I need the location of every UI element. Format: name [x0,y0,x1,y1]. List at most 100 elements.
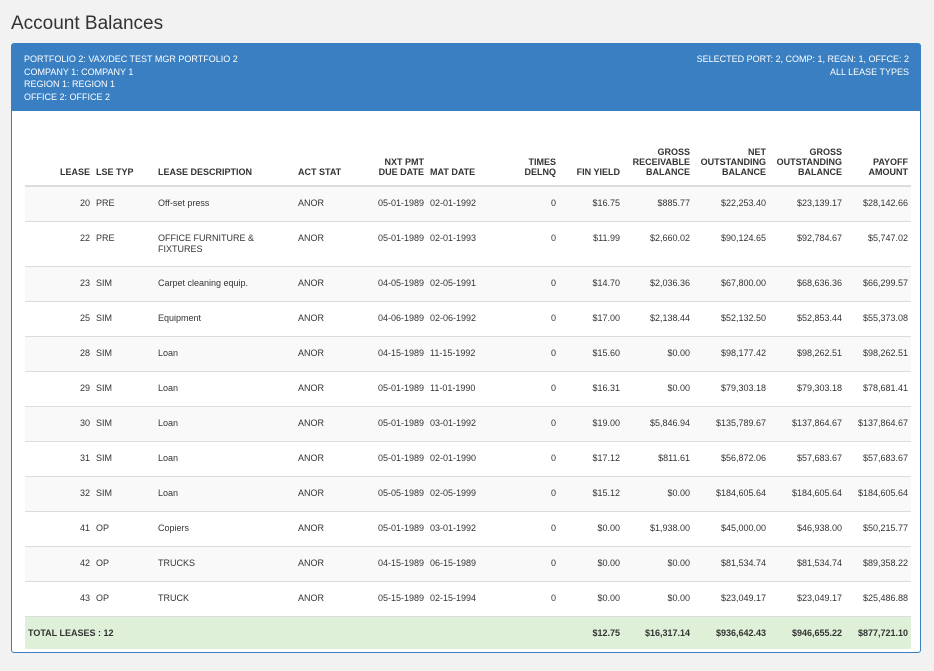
col-header-fin-yield[interactable]: FIN YIELD [559,134,623,187]
gross-outstanding-balance-cell: $23,049.17 [769,581,845,617]
act-stat-cell: ANOR [295,476,357,512]
company-line: COMPANY 1: COMPANY 1 [24,66,134,77]
net-outstanding-balance-cell: $79,303.18 [693,371,769,407]
lse-typ-cell: SIM [93,441,155,477]
times-delnq-cell: 0 [497,476,559,512]
total-gross-receivable-balance: $16,317.14 [623,616,693,649]
lease-cell: 30 [25,406,93,442]
mat-date-cell: 02-01-1990 [427,441,497,477]
table-row[interactable]: 25 SIM Equipment ANOR 04-06-1989 02-06-1992 0 $… [25,301,911,337]
act-stat-cell: ANOR [295,581,357,617]
nxt-pmt-due-date-cell: 05-01-1989 [357,511,427,547]
table-row[interactable]: 31 SIM Loan ANOR 05-01-1989 02-01-1990 0 $17.12… [25,441,911,477]
act-stat-cell: ANOR [295,301,357,337]
gross-receivable-balance-cell: $811.61 [623,441,693,477]
fin-yield-cell: $0.00 [559,511,623,547]
nxt-pmt-due-date-cell: 05-01-1989 [357,371,427,407]
region-line: REGION 1: REGION 1 [24,79,116,89]
times-delnq-cell: 0 [497,546,559,582]
payoff-amount-cell: $137,864.67 [845,406,911,442]
payoff-amount-cell: $57,683.67 [845,441,911,477]
col-header-act-stat[interactable]: ACT STAT [295,134,357,187]
lse-typ-cell: SIM [93,476,155,512]
lease-description-cell: Loan [155,441,295,477]
lease-cell: 41 [25,511,93,547]
fin-yield-cell: $15.12 [559,476,623,512]
gross-outstanding-balance-cell: $98,262.51 [769,336,845,372]
lse-typ-cell: SIM [93,336,155,372]
fin-yield-cell: $16.75 [559,186,623,222]
col-header-times-delnq[interactable]: TIMES DELNQ [497,134,559,187]
net-outstanding-balance-cell: $90,124.65 [693,221,769,267]
lease-description-cell: Copiers [155,511,295,547]
lse-typ-cell: SIM [93,371,155,407]
table-row[interactable]: 42 OP TRUCKS ANOR 04-15-1989 06-15-1989 0 $0.00… [25,546,911,582]
lse-typ-cell: OP [93,546,155,582]
gross-receivable-balance-cell: $2,660.02 [623,221,693,267]
gross-receivable-balance-cell: $2,138.44 [623,301,693,337]
act-stat-cell: ANOR [295,511,357,547]
col-header-lease-description[interactable]: LEASE DESCRIPTION [155,134,295,187]
gross-receivable-balance-cell: $2,036.36 [623,266,693,302]
table-row[interactable]: 20 PRE Off-set press ANOR 05-01-1989 02-01-19… [25,186,911,222]
col-header-lse-typ[interactable]: LSE TYP [93,134,155,187]
lease-description-text: Loan [158,488,179,498]
page-title: Account Balances [11,13,164,34]
gross-receivable-balance-cell: $0.00 [623,546,693,582]
act-stat-cell: ANOR [295,371,357,407]
lease-description-text: Loan [158,348,179,358]
gross-receivable-balance-cell: $0.00 [623,581,693,617]
lse-typ-cell: OP [93,511,155,547]
lease-description-cell: OFFICE FURNITURE & FIXTURES [155,221,295,267]
col-header-nxt-pmt-due-date[interactable]: NXT PMT DUE DATE [357,134,427,187]
table-row[interactable]: 29 SIM Loan ANOR 05-01-1989 11-01-1990 0 $16.31… [25,371,911,407]
net-outstanding-balance-cell: $56,872.06 [693,441,769,477]
col-header-net-outstanding-balance[interactable]: NET OUTSTANDING BALANCE [693,134,769,187]
lease-description-text: Off-set press [158,198,210,208]
lease-cell: 25 [25,301,93,337]
times-delnq-cell: 0 [497,441,559,477]
fin-yield-cell: $17.00 [559,301,623,337]
fin-yield-cell: $19.00 [559,406,623,442]
net-outstanding-balance-cell: $135,789.67 [693,406,769,442]
times-delnq-cell: 0 [497,406,559,442]
gross-receivable-balance-cell: $0.00 [623,371,693,407]
act-stat-cell: ANOR [295,336,357,372]
table-row[interactable]: 32 SIM Loan ANOR 05-05-1989 02-05-1999 0 $15.12… [25,476,911,512]
mat-date-cell: 02-05-1999 [427,476,497,512]
table-row[interactable]: 43 OP TRUCK ANOR 05-15-1989 02-15-1994 0 $0.00 $… [25,581,911,617]
nxt-pmt-due-date-cell: 05-01-1989 [357,186,427,222]
mat-date-cell: 03-01-1992 [427,511,497,547]
lease-cell: 31 [25,441,93,477]
table-row[interactable]: 22 PRE OFFICE FURNITURE & FIXTURES ANOR 05-01… [25,221,911,267]
mat-date-cell: 02-15-1994 [427,581,497,617]
times-delnq-cell: 0 [497,301,559,337]
times-delnq-cell: 0 [497,266,559,302]
lse-typ-cell: SIM [93,301,155,337]
lease-description-cell: Off-set press [155,186,295,222]
col-header-gross-receivable-balance[interactable]: GROSS RECEIVABLE BALANCE [623,134,693,187]
net-outstanding-balance-cell: $184,605.64 [693,476,769,512]
total-gross-outstanding-balance: $946,655.22 [769,616,845,649]
net-outstanding-balance-cell: $98,177.42 [693,336,769,372]
lease-description-text: OFFICE FURNITURE & [158,233,254,243]
table-row[interactable]: 41 OP Copiers ANOR 05-01-1989 03-01-1992 0 $0.0… [25,511,911,547]
gross-receivable-balance-cell: $0.00 [623,476,693,512]
table-row[interactable]: 30 SIM Loan ANOR 05-01-1989 03-01-1992 0 $19.00… [25,406,911,442]
col-header-payoff-amount[interactable]: PAYOFF AMOUNT [845,134,911,187]
col-header-mat-date[interactable]: MAT DATE [427,134,497,187]
col-header-gross-outstanding-balance[interactable]: GROSS OUTSTANDING BALANCE [769,134,845,187]
fin-yield-cell: $0.00 [559,546,623,582]
gross-receivable-balance-cell: $1,938.00 [623,511,693,547]
lse-typ-cell: PRE [93,221,155,267]
selection-summary: PORTFOLIO 2: VAX/DEC TEST MGR PORTFOLIO … [24,53,238,103]
col-header-lease[interactable]: LEASE [25,134,93,187]
lease-description-cell: TRUCK [155,581,295,617]
mat-date-cell: 02-01-1993 [427,221,497,267]
lease-description-text: Loan [158,383,179,393]
lease-description-text-continued: FIXTURES [158,244,203,254]
lease-cell: 32 [25,476,93,512]
table-row[interactable]: 23 SIM Carpet cleaning equip. ANOR 04-05-198… [25,266,911,302]
table-row[interactable]: 28 SIM Loan ANOR 04-15-1989 11-15-1992 0 $15.60… [25,336,911,372]
gross-outstanding-balance-cell: $46,938.00 [769,511,845,547]
